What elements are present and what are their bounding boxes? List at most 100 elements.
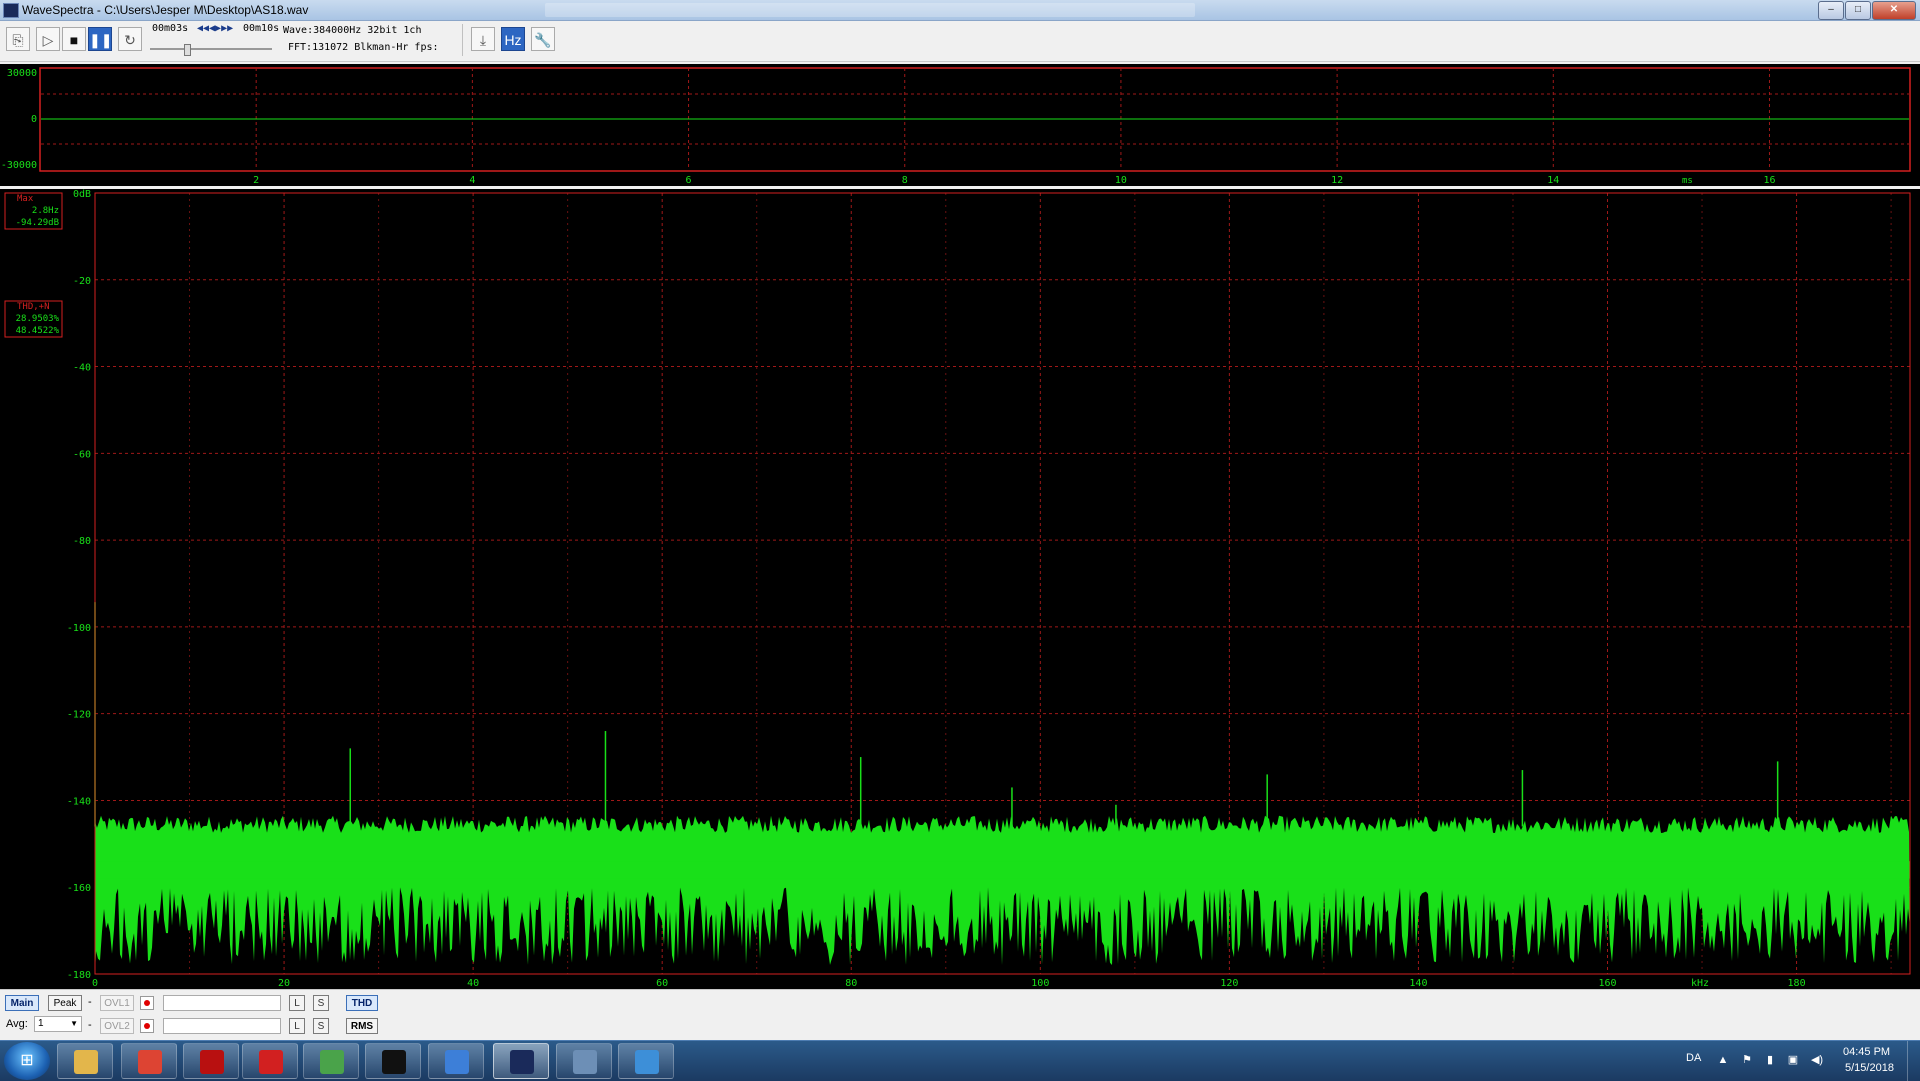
noise-floor-core [95,861,1910,879]
max-level: -94.29dB [16,218,59,228]
spectrum-x-tick: 80 [845,978,857,989]
thd-value: 28.9503% [16,314,60,324]
spectrum-x-unit: kHz [1691,978,1709,989]
windows-logo-icon: ⊞ [20,1052,34,1069]
spectrum-y-tick: -120 [67,710,91,721]
volume-icon[interactable]: ◀) [1810,1053,1824,1067]
spectrum-settings-button[interactable]: Hz [501,27,525,51]
waveform-x-tick: 16 [1763,175,1775,186]
taskbar-app-wordpad[interactable] [428,1043,484,1079]
export-button[interactable]: ⤓ [471,27,495,51]
stop-button[interactable]: ■ [62,27,86,51]
ccleaner-icon [259,1050,283,1074]
play-button[interactable]: ▷ [36,27,60,51]
export-icon: ⤓ [479,32,487,48]
network-icon[interactable]: ▣ [1786,1053,1800,1067]
taskbar-app-explorer[interactable] [57,1043,113,1079]
spectrum-x-tick: 140 [1409,978,1427,989]
tools-icon: 🔧 [534,32,552,48]
main-button[interactable]: Main [5,995,39,1011]
spectrum-x-tick: 40 [467,978,479,989]
chrome-icon [138,1050,162,1074]
ch2-level-field[interactable] [163,1018,281,1034]
chevron-down-icon: ▼ [70,1019,78,1028]
spectrum-y-tick: -40 [73,363,91,374]
max-label: Max [17,194,34,204]
taskbar: ⊞ DA ▲ ⚑ ▮ ▣ ◀) 04:45 PM 5/15/2018 [0,1040,1920,1081]
taskbar-app-chrome[interactable] [121,1043,177,1079]
spectrum-y-tick: -20 [73,276,91,287]
waveform-x-unit: ms [1682,176,1693,186]
pause-button[interactable]: ❚❚ [88,27,112,51]
position-slider-thumb[interactable] [183,44,191,56]
wave-info: Wave:384000Hz 32bit 1ch [283,25,422,36]
spectrum-y-tick: -160 [67,883,91,894]
taskbar-app-wavespectra[interactable] [493,1043,549,1079]
tools-button[interactable]: 🔧 [531,27,555,51]
row-dash: - [88,996,92,1008]
pause-icon: ❚❚ [89,32,113,48]
spectrum-settings-icon: Hz [504,32,522,48]
ch2-left-button[interactable]: L [289,1018,305,1034]
waveform-chart: 30000 0 -30000 2 4 6 8 10 12 14 16 ms [1,67,1911,186]
taskbar-app-cmd[interactable] [365,1043,421,1079]
control-panel-icon [635,1050,659,1074]
ch1-left-button[interactable]: L [289,995,305,1011]
seek-buttons-icon[interactable]: ◀◀◀▶▶▶ [197,23,233,34]
avg-value: 1 [38,1018,44,1029]
ovl2-indicator: OVL2 [100,1018,134,1034]
fft-info: FFT:131072 Blkman-Hr fps: [288,42,439,53]
clock-date[interactable]: 5/15/2018 [1845,1062,1894,1074]
toolbar-separator [462,24,463,56]
action-center-icon[interactable]: ⚑ [1740,1053,1754,1067]
ovl1-indicator: OVL1 [100,995,134,1011]
wordpad-icon [445,1050,469,1074]
close-button[interactable]: ✕ [1872,1,1916,20]
avg-label: Avg: [6,1018,28,1030]
taskbar-app-control-panel[interactable] [618,1043,674,1079]
waveform-x-tick: 12 [1331,175,1343,186]
window-title: WaveSpectra - C:\Users\Jesper M\Desktop\… [22,3,309,17]
record-ch2-button[interactable] [140,1019,154,1033]
ch1-solo-button[interactable]: S [313,995,329,1011]
thd-label: THD,+N [17,302,50,312]
paint-icon [320,1050,344,1074]
spectrum-x-tick: 60 [656,978,668,989]
loop-icon: ↻ [124,32,136,48]
explorer-icon [74,1050,98,1074]
ch2-solo-button[interactable]: S [313,1018,329,1034]
play-icon: ▷ [42,32,54,48]
position-slider[interactable] [150,48,272,50]
thd-button[interactable]: THD [346,995,378,1011]
battery-icon[interactable]: ▮ [1763,1053,1777,1067]
minimize-button[interactable]: – [1818,1,1844,20]
rms-button[interactable]: RMS [346,1018,378,1034]
bottom-controls: Main Peak - OVL1 L S THD Avg: 1 ▼ - OVL2 … [0,989,1920,1040]
taskbar-app-window[interactable] [556,1043,612,1079]
show-hidden-icons-icon[interactable]: ▲ [1716,1053,1730,1067]
taskbar-app-ccleaner[interactable] [242,1043,298,1079]
open-button[interactable]: ⎘ [6,27,30,51]
maximize-button[interactable]: □ [1845,1,1871,20]
cmd-icon [382,1050,406,1074]
loop-button[interactable]: ↻ [118,27,142,51]
wavespectra-icon [510,1050,534,1074]
peak-button[interactable]: Peak [48,995,82,1011]
clock-time[interactable]: 04:45 PM [1843,1046,1890,1058]
spectrum-x-tick: 20 [278,978,290,989]
show-desktop-button[interactable] [1907,1041,1920,1081]
spectrum-y-tick: -140 [67,796,91,807]
start-button[interactable]: ⊞ [4,1042,50,1080]
taskbar-app-acrobat[interactable] [183,1043,239,1079]
language-indicator[interactable]: DA [1686,1052,1701,1064]
avg-select[interactable]: 1 ▼ [34,1016,82,1032]
acrobat-icon [200,1050,224,1074]
spectrum-x-tick: 0 [92,978,98,989]
spectrum-y-tick: -80 [73,536,91,547]
ch1-level-field[interactable] [163,995,281,1011]
window-icon [573,1050,597,1074]
row-dash: - [88,1019,92,1031]
record-ch1-button[interactable] [140,996,154,1010]
time-start: 00m03s [152,23,189,34]
taskbar-app-paint[interactable] [303,1043,359,1079]
